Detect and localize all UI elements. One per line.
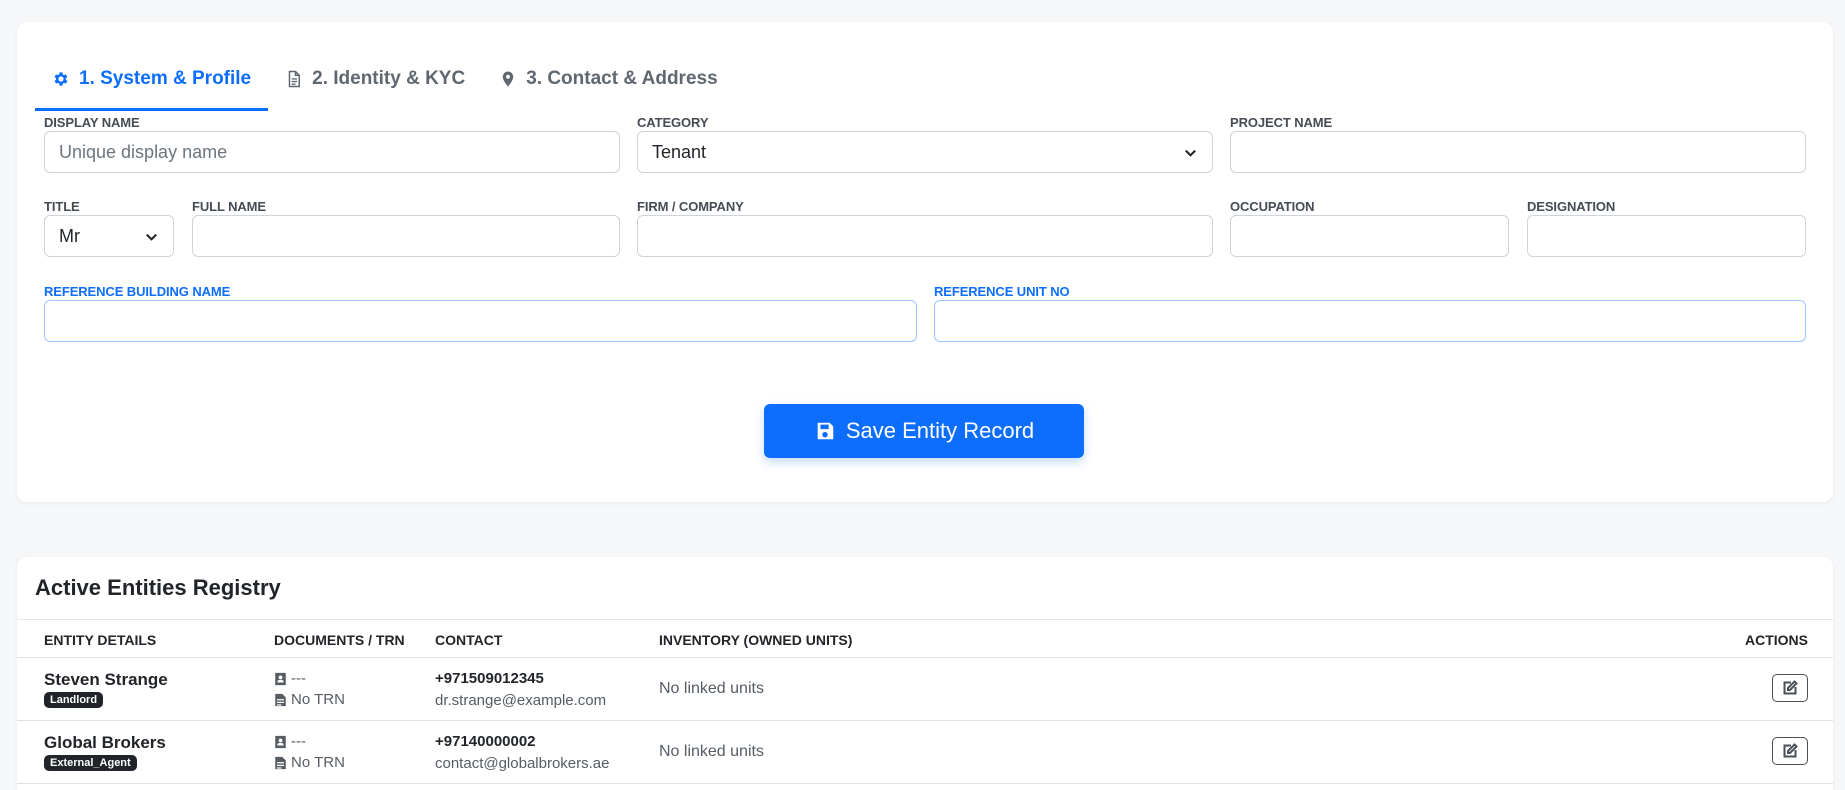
gear-icon: [54, 71, 68, 86]
occupation-field: OCCUPATION: [1230, 199, 1509, 259]
tab-identity-kyc[interactable]: 2. Identity & KYC: [268, 49, 482, 111]
tab-label: 3. Contact & Address: [526, 67, 718, 89]
edit-button[interactable]: [1772, 737, 1808, 765]
full-name-field: FULL NAME: [192, 199, 620, 259]
designation-field: DESIGNATION: [1527, 199, 1806, 259]
column-header-actions: ACTIONS: [1745, 632, 1808, 648]
entity-type-badge: Landlord: [44, 692, 104, 708]
save-entity-button[interactable]: Save Entity Record: [764, 404, 1084, 458]
entity-form-card: 1. System & Profile 2. Identity & KYC 3.…: [17, 22, 1833, 502]
trn-value: No TRN: [291, 691, 345, 708]
document-icon: [288, 70, 301, 87]
contact-phone: +97140000002: [435, 733, 536, 750]
id-card-icon: [275, 735, 286, 748]
registry-card: Active Entities Registry ENTITY DETAILS …: [17, 557, 1833, 790]
reference-building-name-input[interactable]: [44, 300, 917, 342]
designation-input[interactable]: [1527, 215, 1806, 257]
chevron-down-icon: [1185, 149, 1196, 157]
display-name-field: DISPLAY NAME: [44, 115, 620, 175]
project-name-input[interactable]: [1230, 131, 1806, 173]
table-row: Global Brokers External_Agent --- No TRN…: [17, 721, 1833, 784]
category-select[interactable]: Tenant: [637, 131, 1213, 173]
project-name-field: PROJECT NAME: [1230, 115, 1806, 175]
occupation-input[interactable]: [1230, 215, 1509, 257]
form-tabs: 1. System & Profile 2. Identity & KYC 3.…: [35, 49, 735, 111]
file-invoice-icon: [275, 693, 286, 706]
firm-company-field: FIRM / COMPANY: [637, 199, 1213, 259]
contact-email: dr.strange@example.com: [435, 692, 607, 709]
file-invoice-icon: [275, 756, 286, 769]
contact-email: contact@globalbrokers.ae: [435, 755, 610, 772]
column-header-entity-details: ENTITY DETAILS: [44, 632, 157, 648]
category-field: CATEGORY Tenant: [637, 115, 1213, 175]
registry-divider: [17, 619, 1833, 620]
trn-value: No TRN: [291, 754, 345, 771]
document-line: ---: [274, 670, 306, 687]
category-value: Tenant: [652, 141, 707, 162]
tab-label: 1. System & Profile: [79, 67, 252, 89]
chevron-down-icon: [146, 233, 157, 241]
edit-icon: [1783, 743, 1798, 758]
document-value: ---: [291, 733, 306, 750]
map-pin-icon: [502, 71, 514, 86]
entity-name: Global Brokers: [44, 733, 166, 752]
document-line: ---: [274, 733, 306, 750]
trn-line: No TRN: [274, 754, 345, 771]
display-name-input[interactable]: [44, 131, 620, 173]
column-header-contact: CONTACT: [435, 632, 503, 648]
inventory-value: No linked units: [659, 680, 764, 697]
floppy-disk-icon: [817, 422, 834, 440]
reference-unit-no-field: REFERENCE UNIT NO: [934, 284, 1806, 344]
full-name-input[interactable]: [192, 215, 620, 257]
registry-title: Active Entities Registry: [35, 575, 281, 600]
column-header-documents: DOCUMENTS / TRN: [274, 632, 405, 648]
table-row: Steven Strange Landlord --- No TRN +9715…: [17, 658, 1833, 721]
tab-contact-address[interactable]: 3. Contact & Address: [482, 49, 734, 111]
title-field: TITLE Mr: [44, 199, 174, 259]
firm-company-input[interactable]: [637, 215, 1213, 257]
reference-unit-no-input[interactable]: [934, 300, 1806, 342]
save-button-label: Save Entity Record: [845, 418, 1035, 443]
document-value: ---: [291, 670, 306, 687]
inventory-value: No linked units: [659, 743, 764, 760]
contact-phone: +971509012345: [435, 670, 544, 687]
edit-button[interactable]: [1772, 674, 1808, 702]
tab-label: 2. Identity & KYC: [312, 67, 466, 89]
edit-icon: [1783, 680, 1798, 695]
entity-name: Steven Strange: [44, 670, 168, 689]
title-value: Mr: [59, 225, 80, 246]
column-header-inventory: INVENTORY (OWNED UNITS): [659, 632, 853, 648]
id-card-icon: [275, 672, 286, 685]
trn-line: No TRN: [274, 691, 345, 708]
title-select[interactable]: Mr: [44, 215, 174, 257]
tab-system-profile[interactable]: 1. System & Profile: [35, 49, 269, 111]
entity-type-badge: External_Agent: [44, 755, 137, 771]
reference-building-name-field: REFERENCE BUILDING NAME: [44, 284, 917, 344]
